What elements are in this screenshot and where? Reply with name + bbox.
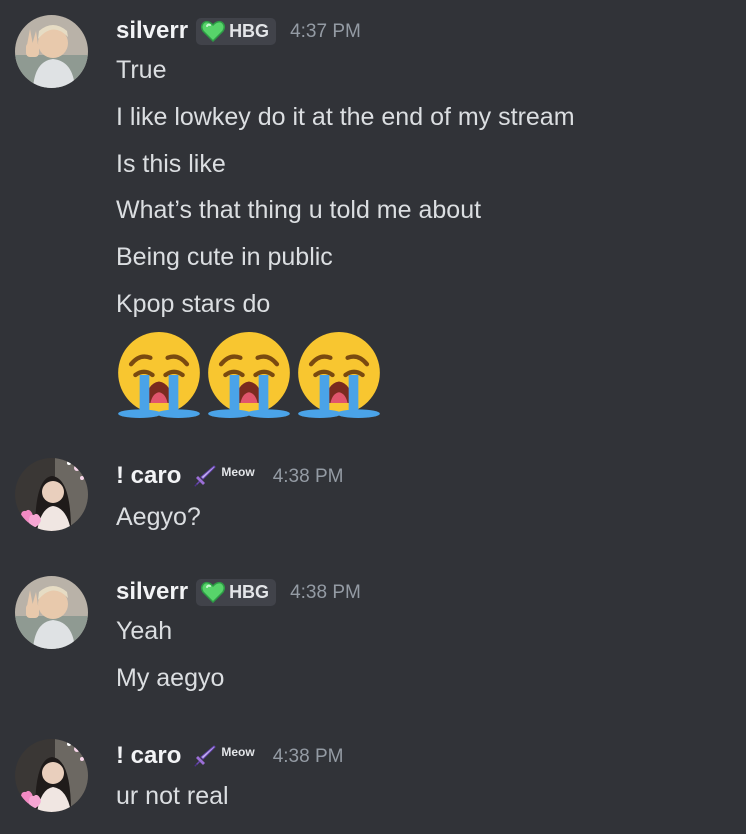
- loudly-crying-face-emoji[interactable]: [115, 332, 203, 418]
- message-text: My aegyo: [116, 664, 225, 692]
- message-text: Aegyo?: [116, 503, 201, 531]
- timestamp[interactable]: 4:38 PM: [273, 746, 344, 768]
- message-text: Is this like: [116, 150, 226, 178]
- message-text: True: [116, 56, 167, 84]
- emoji-message: [115, 332, 383, 418]
- server-tag[interactable]: HBG: [196, 578, 277, 606]
- avatar[interactable]: [15, 576, 88, 649]
- green-heart-icon: [201, 581, 225, 603]
- message-header: silverr HBG 4:38 PM: [116, 577, 361, 607]
- message-header: silverr HBG 4:37 PM: [116, 16, 361, 46]
- timestamp[interactable]: 4:38 PM: [273, 466, 344, 488]
- silverr-avatar-image: [15, 576, 88, 649]
- timestamp[interactable]: 4:38 PM: [290, 582, 361, 604]
- server-tag[interactable]: Meow: [189, 463, 258, 490]
- caro-avatar-image: [15, 458, 88, 531]
- loudly-crying-face-emoji[interactable]: [205, 332, 293, 418]
- avatar[interactable]: [15, 739, 88, 812]
- username[interactable]: silverr: [116, 16, 188, 46]
- message-header: ! caro Meow 4:38 PM: [116, 741, 343, 771]
- green-heart-icon: [201, 20, 225, 42]
- loudly-crying-face-emoji[interactable]: [295, 332, 383, 418]
- message-header: ! caro Meow 4:38 PM: [116, 461, 343, 491]
- server-tag-label: HBG: [229, 20, 270, 41]
- avatar[interactable]: [15, 15, 88, 88]
- message-text: I like lowkey do it at the end of my str…: [116, 103, 575, 131]
- message-text: What’s that thing u told me about: [116, 196, 482, 224]
- server-tag[interactable]: Meow: [189, 743, 258, 770]
- sword-icon: [193, 464, 217, 488]
- username[interactable]: ! caro: [116, 741, 181, 771]
- server-tag[interactable]: HBG: [196, 17, 277, 45]
- username[interactable]: silverr: [116, 577, 188, 607]
- avatar[interactable]: [15, 458, 88, 531]
- server-tag-label: Meow: [221, 745, 255, 759]
- username[interactable]: ! caro: [116, 461, 181, 491]
- sword-icon: [193, 744, 217, 768]
- message-text: Kpop stars do: [116, 290, 271, 318]
- chat-messages: silverr HBG 4:37 PM True I like lowkey d…: [0, 0, 746, 834]
- message-text: Yeah: [116, 617, 173, 645]
- message-text: ur not real: [116, 782, 229, 810]
- server-tag-label: Meow: [221, 465, 255, 479]
- message-text: Being cute in public: [116, 243, 333, 271]
- timestamp[interactable]: 4:37 PM: [290, 21, 361, 43]
- caro-avatar-image: [15, 739, 88, 812]
- silverr-avatar-image: [15, 15, 88, 88]
- server-tag-label: HBG: [229, 581, 270, 602]
